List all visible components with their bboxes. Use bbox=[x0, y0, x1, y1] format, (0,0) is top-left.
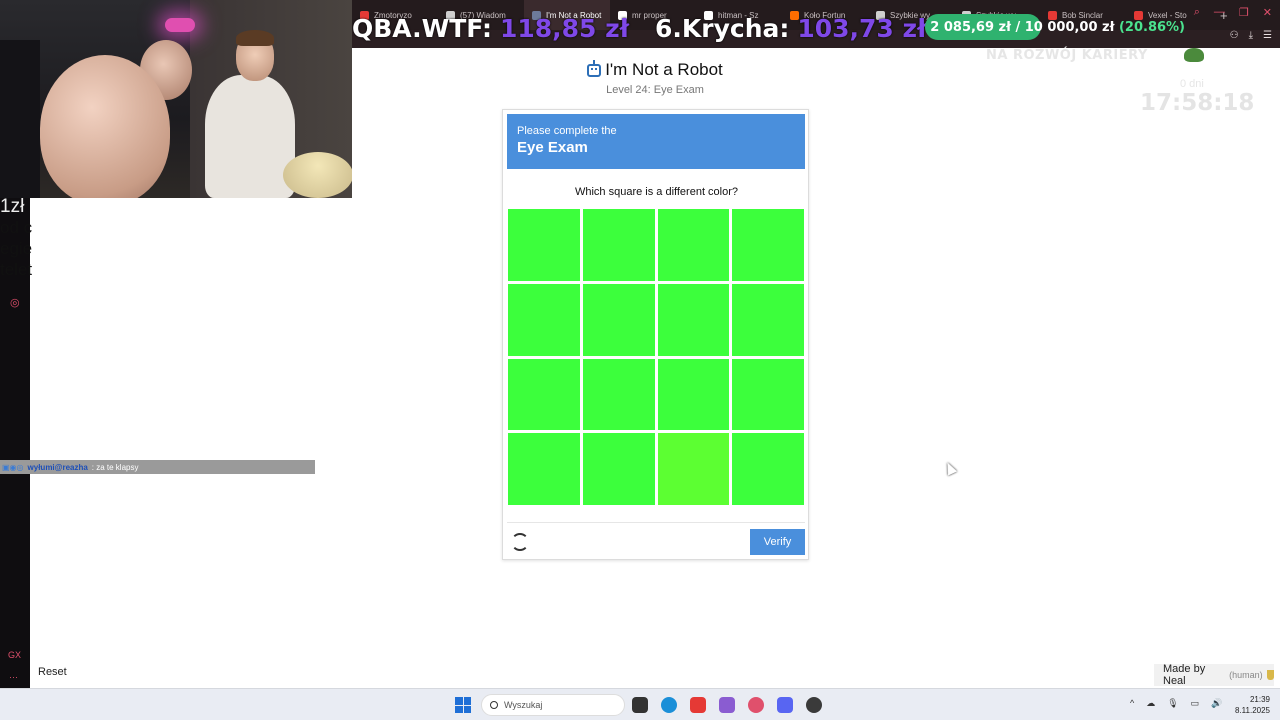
cutoff-line: 1zł bbox=[0, 196, 25, 217]
taskbar: Wyszukaj ^ ☁ 🎙 ▭ 🔊 21:39 8.11.2025 bbox=[0, 688, 1280, 720]
sidebar-settings-icon[interactable]: ◎ bbox=[10, 296, 20, 309]
career-banner: NA ROZWÓJ KARIERY bbox=[986, 48, 1148, 63]
webcam-overlay bbox=[0, 0, 352, 198]
color-square[interactable] bbox=[657, 358, 730, 431]
captcha-question: Which square is a different color? bbox=[574, 186, 739, 198]
obs-icon[interactable] bbox=[806, 697, 822, 713]
volume-icon[interactable]: 🔊 bbox=[1211, 698, 1222, 709]
edge-icon[interactable] bbox=[661, 697, 677, 713]
page-title-row: I'm Not a Robot bbox=[352, 59, 958, 80]
close-icon[interactable]: ✕ bbox=[1263, 6, 1272, 19]
youtube-icon[interactable] bbox=[690, 697, 706, 713]
ticker-value-2: 103,73 zł bbox=[797, 13, 927, 43]
neon-lamp bbox=[165, 18, 195, 32]
monitor-icon[interactable]: ▭ bbox=[1191, 698, 1200, 709]
color-square[interactable] bbox=[582, 209, 655, 281]
cutoff-overlay-text: 1zł od c egie telet bbox=[0, 196, 40, 280]
menu-icon[interactable]: ☰ bbox=[1263, 30, 1272, 41]
captcha-footer: Verify bbox=[507, 522, 805, 558]
refresh-icon[interactable] bbox=[511, 533, 529, 551]
taskbar-apps bbox=[632, 697, 822, 713]
pepe-emote-icon bbox=[1184, 48, 1204, 62]
goal-text: 2 085,69 zł / 10 000,00 zł (20.86%) bbox=[930, 20, 1185, 35]
verify-button[interactable]: Verify bbox=[750, 529, 805, 555]
color-grid bbox=[508, 209, 804, 505]
browser-side-controls: ⚇ ⤓ ☰ bbox=[1230, 30, 1272, 41]
window-controls: ⌕ — ❐ ✕ bbox=[1194, 6, 1272, 19]
color-square[interactable] bbox=[508, 358, 580, 431]
days-counter: 0 dni bbox=[1180, 78, 1204, 90]
browser-top-bar: Zmotoryzo (57) Wiadom I'm Not a Robot mr pr… bbox=[352, 0, 1280, 48]
color-square[interactable] bbox=[657, 283, 730, 356]
captcha-card: Please complete the Eye Exam Which squar… bbox=[502, 109, 809, 560]
file-explorer-icon[interactable] bbox=[632, 697, 648, 713]
color-square[interactable] bbox=[732, 209, 804, 281]
color-square[interactable] bbox=[508, 209, 580, 281]
opera-gx-icon[interactable] bbox=[748, 697, 764, 713]
microphone-icon[interactable]: 🎙 bbox=[1167, 698, 1178, 709]
search-placeholder: Wyszukaj bbox=[504, 700, 543, 710]
chat-text: : za te klapsy bbox=[91, 462, 139, 472]
captcha-header-name: Eye Exam bbox=[517, 139, 588, 156]
ticker-value-1: 118,85 zł bbox=[499, 13, 629, 43]
stream-clock: 17:58:18 bbox=[1140, 90, 1255, 116]
color-square[interactable] bbox=[657, 209, 730, 281]
download-icon[interactable]: ⤓ bbox=[1249, 30, 1253, 41]
color-square[interactable] bbox=[657, 433, 730, 505]
ticker-name-1: QBA.WTF: bbox=[352, 13, 492, 43]
color-square[interactable] bbox=[582, 358, 655, 431]
goal-amount: 2 085,69 zł / 10 000,00 zł bbox=[930, 19, 1115, 35]
goal-percent: (20.86%) bbox=[1118, 19, 1185, 35]
color-square[interactable] bbox=[582, 283, 655, 356]
donation-goal: 2 085,69 zł / 10 000,00 zł (20.86%) bbox=[925, 12, 1193, 42]
taskbar-clock[interactable]: 21:39 8.11.2025 bbox=[1230, 694, 1270, 716]
chevron-up-icon[interactable]: ^ bbox=[1130, 698, 1134, 709]
person-head-1 bbox=[40, 55, 170, 198]
ticker-name-2: 6.Krycha: bbox=[654, 13, 790, 43]
color-square[interactable] bbox=[732, 283, 804, 356]
color-square[interactable] bbox=[732, 358, 804, 431]
robot-icon bbox=[587, 59, 602, 77]
sidebar-gx-icon[interactable]: GX bbox=[8, 650, 21, 660]
made-by-badge[interactable]: Made by Neal (human) bbox=[1154, 663, 1274, 687]
captcha-header: Please complete the Eye Exam bbox=[507, 114, 805, 169]
made-by-label: Made by Neal bbox=[1163, 663, 1206, 687]
cutoff-line: telet bbox=[0, 260, 32, 279]
captcha-header-sub: Please complete the bbox=[517, 125, 617, 137]
color-square[interactable] bbox=[582, 433, 655, 505]
color-square[interactable] bbox=[508, 433, 580, 505]
chat-username: wyłumi@reazha bbox=[27, 462, 88, 472]
cutoff-line: od c bbox=[0, 218, 32, 237]
reset-button[interactable]: Reset bbox=[38, 666, 67, 678]
color-square[interactable] bbox=[508, 283, 580, 356]
mouse-cursor bbox=[942, 460, 958, 476]
person-3 bbox=[205, 75, 295, 198]
person-3-hair bbox=[236, 30, 274, 46]
color-square[interactable] bbox=[732, 433, 804, 505]
discord-icon[interactable] bbox=[777, 697, 793, 713]
system-tray: ^ ☁ 🎙 ▭ 🔊 bbox=[1130, 698, 1222, 709]
made-by-tag: (human) bbox=[1229, 670, 1263, 680]
level-subtitle: Level 24: Eye Exam bbox=[606, 84, 704, 96]
chips-bowl bbox=[283, 152, 352, 198]
minimize-icon[interactable]: — bbox=[1214, 6, 1225, 19]
trophy-icon bbox=[1266, 670, 1274, 680]
cloud-icon[interactable]: ☁ bbox=[1146, 698, 1155, 709]
profile-icon[interactable]: ⚇ bbox=[1230, 30, 1239, 41]
search-icon bbox=[490, 701, 498, 709]
page-title: I'm Not a Robot bbox=[605, 60, 723, 79]
search-icon[interactable]: ⌕ bbox=[1194, 6, 1200, 19]
taskbar-search-input[interactable]: Wyszukaj bbox=[481, 694, 625, 716]
gaming-chair bbox=[0, 40, 40, 198]
cutoff-line: egie bbox=[0, 239, 32, 258]
taskbar-date: 8.11.2025 bbox=[1235, 706, 1270, 715]
sidebar-more-icon[interactable]: ··· bbox=[9, 672, 18, 682]
taskbar-time: 21:39 bbox=[1249, 695, 1270, 704]
snipping-tool-icon[interactable] bbox=[719, 697, 735, 713]
windows-start-icon[interactable] bbox=[455, 697, 471, 713]
restore-icon[interactable]: ❐ bbox=[1239, 6, 1249, 19]
chat-badges-icon: ▣◉◎ bbox=[2, 462, 24, 472]
chat-message: ▣◉◎ wyłumi@reazha : za te klapsy bbox=[0, 460, 315, 474]
